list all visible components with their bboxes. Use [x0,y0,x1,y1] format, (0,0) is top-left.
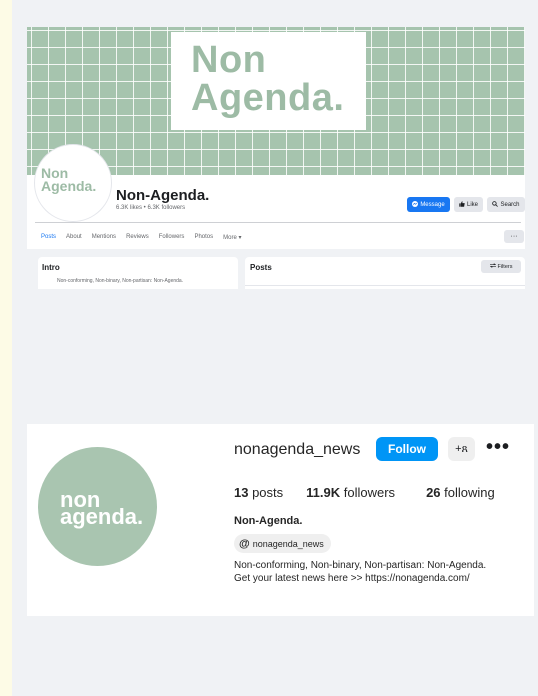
page-stats[interactable]: 6.3K likes • 6.3K followers [116,205,185,211]
following-stat[interactable]: 26 following [426,485,495,500]
followers-stat[interactable]: 11.9K followers [306,485,395,500]
posts-count: 13 [234,485,249,500]
filters-label: Filters [497,263,513,270]
profile-stats: 13 posts 11.9K followers 26 following [234,485,495,500]
threads-link[interactable]: @ nonagenda_news [234,534,331,553]
messenger-icon [412,200,419,209]
filter-sliders-icon [489,263,496,270]
tab-more[interactable]: More ▾ [223,234,241,241]
posts-card: Posts Filters [245,257,525,289]
like-label: Like [466,201,478,208]
thumbs-up-icon [459,200,465,209]
followers-label: followers [340,485,396,500]
following-count: 26 [426,485,441,500]
profile-avatar[interactable]: non agenda. [38,447,157,566]
avatar-logo-line2: agenda. [60,504,144,529]
page-tabs: Posts About Mentions Reviews Followers P… [41,234,241,241]
avatar-logo: Non Agenda. [41,166,97,194]
cover-logo-line2: Agenda. [191,77,345,119]
posts-stat[interactable]: 13 posts [234,485,283,500]
add-user-button[interactable]: +ጸ [448,437,475,461]
bio: Non-conforming, Non-binary, Non-partisan… [234,559,486,585]
like-button[interactable]: Like [454,197,483,212]
cover-photo[interactable]: Non Agenda. [27,27,525,175]
cover-logo-box: Non Agenda. [171,32,366,130]
more-options-button[interactable]: ••• [486,436,510,459]
posts-heading: Posts [250,263,272,272]
avatar-logo: non agenda. [60,489,144,529]
posts-label: posts [248,485,284,500]
threads-handle: nonagenda_news [252,538,324,549]
instagram-profile-screenshot: non agenda. nonagenda_news Follow +ጸ •••… [27,424,534,616]
message-button[interactable]: Message [407,197,450,212]
filters-button[interactable]: Filters [481,260,521,273]
threads-icon: @ [239,537,250,550]
page-name: Non-Agenda. [116,187,210,204]
tab-reviews[interactable]: Reviews [126,234,149,241]
search-icon [492,200,499,209]
ellipsis-icon: ••• [486,436,511,458]
intro-heading: Intro [42,263,60,272]
tab-posts[interactable]: Posts [41,234,56,241]
page-avatar[interactable]: Non Agenda. [35,145,111,221]
intro-card: Intro Non-conforming, Non-binary, Non-pa… [38,257,238,289]
intro-text: Non-conforming, Non-binary, Non-partisan… [57,278,184,284]
avatar-logo-line2: Agenda. [41,178,97,194]
followers-count: 11.9K [306,485,341,500]
bio-line2[interactable]: Get your latest news here >> https://non… [234,572,486,585]
facebook-page-screenshot: Non Agenda. Non Agenda. Non-Agenda. 6.3K… [27,27,525,289]
search-button[interactable]: Search [487,197,525,212]
username: nonagenda_news [234,441,361,458]
tab-photos[interactable]: Photos [194,234,213,241]
message-label: Message [420,201,445,208]
more-options-button[interactable]: ··· [504,230,524,243]
search-label: Search [500,201,520,208]
following-label: following [440,485,495,500]
cover-logo-line1: Non [191,39,267,81]
add-user-icon: +ጸ [455,442,468,455]
divider [35,222,521,223]
bio-line1: Non-conforming, Non-binary, Non-partisan… [234,560,487,571]
tab-followers[interactable]: Followers [159,234,185,241]
posts-divider [245,285,525,286]
tab-about[interactable]: About [66,234,82,241]
cover-logo-text: Non Agenda. [191,41,344,117]
follow-button[interactable]: Follow [376,437,438,461]
tab-mentions[interactable]: Mentions [92,234,116,241]
display-name: Non-Agenda. [234,515,303,527]
